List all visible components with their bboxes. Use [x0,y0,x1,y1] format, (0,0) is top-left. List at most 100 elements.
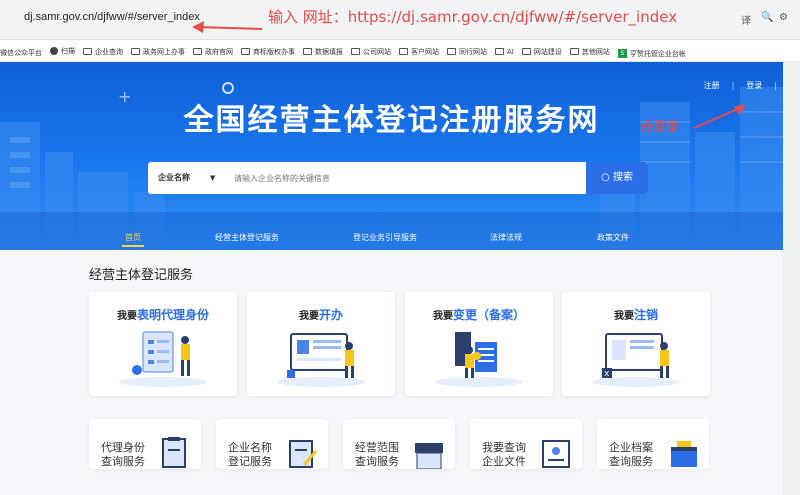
search-input[interactable] [234,170,574,186]
bookmark-label: 客户网站 [411,47,439,56]
register-link[interactable]: 注册 [704,81,720,90]
quick-card-line2: 查询服务 [101,455,145,468]
certificate-icon [542,440,570,468]
card-title: 我要开办 [247,306,395,323]
main-content: 经营主体登记服务 我要表明代理身份 我要开办 我要变更（备案） 我要注销 x 代… [0,250,783,495]
quick-card-query-documents[interactable]: 我要查询 企业文件 [470,419,582,469]
bookmark-label: AI [507,47,514,56]
annotation-arrow-icon [192,21,263,33]
quick-card-label: 经营范围 查询服务 [355,441,415,469]
folder-icon [569,48,579,55]
quick-card-label: 企业名称 登记服务 [228,441,288,469]
hero-banner: + 全国经营主体登记注册服务网 注册|登录| 点登录 企业名称 ▼ ○ 搜索 首… [0,62,783,250]
folder-icon [351,48,360,55]
city-skyline-illustration: + [0,82,783,250]
bookmark-item[interactable]: 同行网站 [447,41,487,62]
search-type-select[interactable]: 企业名称 ▼ [148,162,226,194]
change-record-icon [435,332,523,387]
login-link[interactable]: 登录 [746,81,762,90]
archive-icon [671,441,697,467]
quick-card-line1: 企业档案 [609,441,653,454]
quick-card-name-registration[interactable]: 企业名称 登记服务 [216,419,328,469]
bookmark-label: 扫描 [61,47,75,55]
folder-icon [495,48,504,55]
search-button-label: 搜索 [612,172,633,183]
card-highlight: 注销 [633,308,658,322]
svg-text:x: x [604,369,610,379]
folder-icon [241,48,250,55]
folder-icon [83,48,92,55]
quick-card-line1: 经营范围 [355,441,399,454]
quick-card-line1: 企业名称 [228,441,272,454]
card-highlight: 变更（备案） [452,308,525,322]
browser-address-bar: dj.samr.gov.cn/djfww/#/server_index 输入 网… [0,0,800,40]
quick-card-line2: 企业文件 [482,455,526,468]
settings-icon[interactable]: ⚙ [779,12,788,23]
section-title: 经营主体登记服务 [89,268,194,283]
folder-icon [399,48,408,55]
quick-card-line2: 查询服务 [609,455,653,468]
bookmark-label: 企业查询 [95,47,123,56]
bookmark-label: 同行网站 [459,47,487,56]
bookmark-item[interactable]: 其他网站 [569,41,610,62]
service-card-agent[interactable]: 我要表明代理身份 [89,292,237,396]
page-scrollbar[interactable] [783,62,800,495]
translate-icon[interactable]: 译 [741,12,751,27]
search-button[interactable]: ○ 搜索 [586,162,648,194]
auth-separator: | [731,81,735,90]
spreadsheet-icon: S [617,49,627,58]
search-bar: 企业名称 ▼ ○ 搜索 [148,162,648,194]
bookmark-item[interactable]: 企业查询 [83,41,123,62]
chevron-down-icon: ▼ [210,174,216,182]
search-icon: ○ [601,172,610,183]
url-annotation: 输入 网址：https://dj.samr.gov.cn/djfww/#/ser… [268,8,678,26]
edit-document-icon [289,440,318,468]
bookmark-item[interactable]: 网站建设 [521,41,562,62]
quick-card-enterprise-archive[interactable]: 企业档案 查询服务 [597,419,709,469]
store-icon [415,443,443,469]
bookmark-item[interactable]: 公司网站 [351,41,391,62]
quick-card-line2: 登记服务 [228,455,272,468]
bookmark-item[interactable]: 客户网站 [399,41,439,62]
card-title: 我要表明代理身份 [89,306,237,323]
bookmark-label: 商标版权办事 [253,47,295,56]
main-nav: 首页 经营主体登记服务 登记业务引导服务 法律法规 政策文件 [0,228,783,250]
folder-icon [521,48,531,55]
service-card-change[interactable]: 我要变更（备案） [405,292,553,396]
open-business-icon [277,333,365,387]
zoom-icon[interactable]: 🔍 [761,12,773,23]
card-title: 我要注销 [562,306,710,323]
folder-icon [131,48,140,55]
service-card-open[interactable]: 我要开办 [247,292,395,396]
card-highlight: 表明代理身份 [136,308,209,322]
bookmark-item[interactable]: 商标版权办事 [241,41,295,62]
auth-separator: | [774,81,777,90]
nav-policy-docs[interactable]: 政策文件 [597,232,629,243]
cancel-business-icon: x [592,333,680,387]
service-card-cancel[interactable]: 我要注销 x [562,292,710,396]
bookmark-item[interactable]: S 亨赞托管企业台帐 [617,43,686,62]
login-annotation-arrow-icon [693,105,746,129]
nav-laws[interactable]: 法律法规 [490,232,522,243]
nav-active-indicator [122,245,144,247]
folder-icon [303,48,312,55]
nav-business-guide[interactable]: 登记业务引导服务 [353,232,417,243]
bookmark-item[interactable]: AI [495,41,514,62]
nav-registration-service[interactable]: 经营主体登记服务 [215,232,279,243]
bookmark-item[interactable]: 政务网上办事 [131,41,185,62]
bookmark-label: 亨赞托管企业台帐 [629,49,686,58]
bookmark-item[interactable]: 微信公众平台 [0,42,42,61]
quick-card-business-scope[interactable]: 经营范围 查询服务 [343,419,455,469]
quick-card-label: 企业档案 查询服务 [609,441,669,469]
quick-card-line2: 查询服务 [355,455,399,468]
bookmark-label: 微信公众平台 [0,49,42,57]
bookmark-label: 网站建设 [533,47,562,56]
nav-home[interactable]: 首页 [125,232,141,243]
bookmark-item[interactable]: 政府官网 [193,41,233,62]
card-highlight: 开办 [318,308,343,322]
bookmark-item[interactable]: 数据填报 [303,41,343,62]
bookmark-item[interactable]: 扫描 [50,40,75,61]
card-prefix: 我要 [116,311,137,322]
bookmark-label: 政务网上办事 [143,47,185,56]
quick-card-agent-query[interactable]: 代理身份 查询服务 [89,419,201,469]
